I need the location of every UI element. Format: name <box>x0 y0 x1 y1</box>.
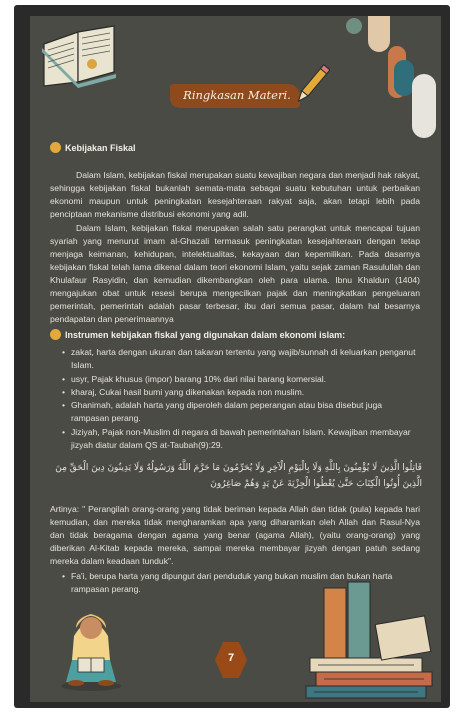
pencil-icon <box>297 64 330 103</box>
bullet-icon: • <box>62 374 66 384</box>
quran-verse-arabic: قَاتِلُوا الَّذِينَ لَا يُؤْمِنُونَ بِال… <box>55 463 422 489</box>
page-number: 7 <box>227 652 235 664</box>
bullet-icon: • <box>62 347 66 357</box>
decor-blob-small <box>346 18 362 34</box>
paragraph-1: Dalam Islam, kebijakan fiskal merupakan … <box>50 170 420 219</box>
bullet-icon: • <box>62 387 66 397</box>
decor-blob-teal <box>394 60 414 96</box>
bullet-icon: • <box>62 400 66 410</box>
section-bullet-icon <box>50 329 61 340</box>
book-stack-illustration <box>305 581 433 699</box>
paragraph-2: Dalam Islam, kebijakan fiskal merupakan … <box>50 223 420 324</box>
section-heading-instruments: Instrumen kebijakan fiskal yang digunaka… <box>65 330 346 340</box>
bullet-icon: • <box>62 571 66 581</box>
bullet-icon: • <box>62 427 66 437</box>
decor-blob-beige <box>368 16 390 52</box>
section-heading-fiscal-policy: Kebijakan Fiskal <box>65 143 136 153</box>
section-bullet-icon <box>50 142 61 153</box>
girl-reading-illustration <box>61 614 121 691</box>
page-title: Ringkasan Materi. <box>183 88 291 102</box>
decor-blob-white <box>412 74 436 138</box>
verse-translation: Artinya: " Perangilah orang-orang yang t… <box>50 504 420 566</box>
open-book-illustration <box>42 25 116 88</box>
